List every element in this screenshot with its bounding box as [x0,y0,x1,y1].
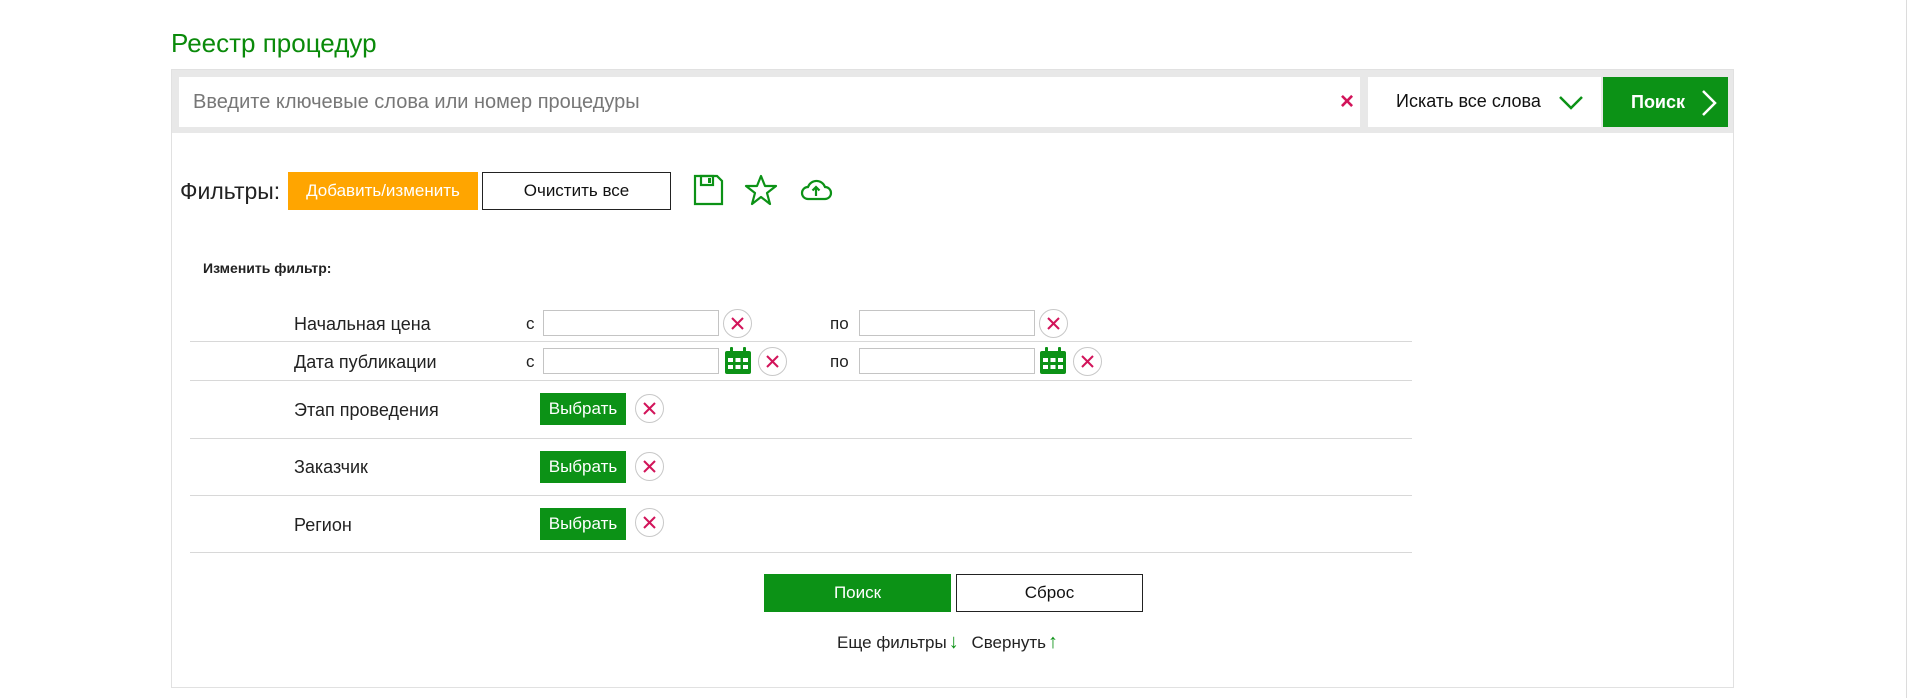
filter-row-region: Регион Выбрать [190,496,1412,553]
more-filters-link[interactable]: Еще фильтры ↓ [837,631,967,654]
range-to-label: по [830,352,849,371]
arrow-down-icon: ↓ [948,631,959,653]
close-icon [766,355,779,368]
filter-row-stage: Этап проведения Выбрать [190,381,1412,439]
close-icon[interactable]: × [1334,89,1360,115]
choose-stage-button[interactable]: Выбрать [540,393,626,425]
page-title: Реестр процедур [171,28,377,58]
close-icon [643,402,656,415]
search-input-wrapper: × [179,77,1360,127]
arrow-up-icon: ↑ [1048,631,1058,653]
close-icon [731,317,744,330]
clear-date-from-button[interactable] [758,347,787,376]
edit-filter-label: Изменить фильтр: [203,260,332,276]
clear-price-to-button[interactable] [1039,309,1068,338]
clear-customer-button[interactable] [635,452,664,481]
filter-row-customer: Заказчик Выбрать [190,439,1412,496]
range-from-label: с [526,314,535,333]
price-from-input[interactable] [543,310,719,336]
search-button[interactable]: Поиск [1603,77,1728,127]
add-edit-filter-button[interactable]: Добавить/изменить [288,172,478,210]
reset-button[interactable]: Сброс [956,574,1143,612]
chevron-down-icon [1559,96,1583,110]
date-to-input[interactable] [859,348,1035,374]
search-mode-label: Искать все слова [1396,91,1541,111]
filter-row-label: Регион [294,515,352,535]
close-icon [1047,317,1060,330]
filter-row-label: Заказчик [294,457,368,477]
close-icon [643,516,656,529]
search-bar: × Искать все слова Поиск [172,70,1733,133]
clear-price-from-button[interactable] [723,309,752,338]
clear-all-button[interactable]: Очистить все [482,172,671,210]
star-icon[interactable] [744,173,778,207]
filter-row-label: Начальная цена [294,314,431,334]
close-icon [1081,355,1094,368]
choose-region-button[interactable]: Выбрать [540,508,626,540]
date-from-input[interactable] [543,348,719,374]
close-icon [643,460,656,473]
filter-row-price: Начальная цена с по [190,304,1412,342]
choose-customer-button[interactable]: Выбрать [540,451,626,483]
bottom-links: Еще фильтры ↓ Свернуть ↑ [837,631,1066,654]
collapse-label: Свернуть [971,633,1046,652]
chevron-right-icon [1702,90,1717,116]
clear-region-button[interactable] [635,508,664,537]
filters-label: Фильтры: [180,178,281,204]
range-from-label: с [526,352,535,371]
filter-row-label: Дата публикации [294,352,437,372]
search-submit-button[interactable]: Поиск [764,574,951,612]
filter-row-publication-date: Дата публикации с по [190,342,1412,381]
collapse-link[interactable]: Свернуть ↑ [971,631,1066,654]
procedures-panel: × Искать все слова Поиск Фильтры: Добави… [171,69,1734,688]
search-button-label: Поиск [1631,92,1686,112]
search-input[interactable] [179,77,1329,127]
calendar-icon[interactable] [1038,346,1068,376]
clear-date-to-button[interactable] [1073,347,1102,376]
search-mode-select[interactable]: Искать все слова [1368,77,1601,127]
cloud-upload-icon[interactable] [799,173,833,207]
filter-row-label: Этап проведения [294,400,439,420]
calendar-icon[interactable] [723,346,753,376]
scrollbar-track[interactable] [1906,0,1907,698]
more-filters-label: Еще фильтры [837,633,947,652]
range-to-label: по [830,314,849,333]
clear-stage-button[interactable] [635,394,664,423]
save-icon[interactable] [691,173,725,207]
price-to-input[interactable] [859,310,1035,336]
